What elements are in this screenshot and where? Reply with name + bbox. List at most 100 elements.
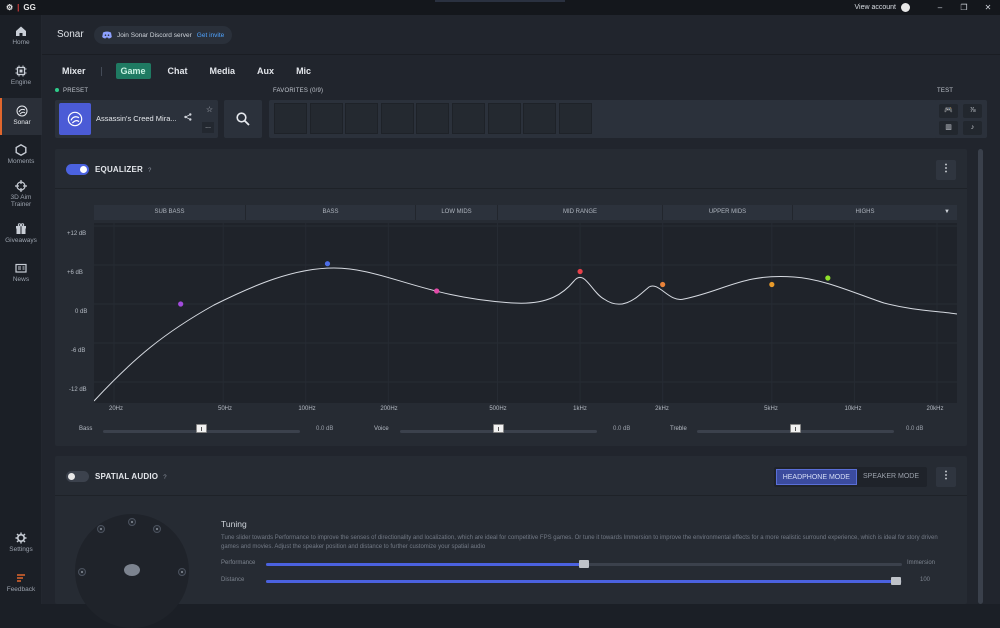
test-stop-button[interactable]: ▥	[939, 121, 958, 135]
favorite-slot[interactable]	[558, 103, 592, 134]
sidebar-item-home[interactable]: Home	[0, 25, 42, 53]
minimize-button[interactable]: –	[928, 3, 952, 12]
tab-mic[interactable]: Mic	[291, 63, 316, 79]
x-label: 2kHz	[655, 406, 669, 412]
x-label: 200Hz	[380, 406, 398, 412]
spatial-audio-toggle[interactable]	[66, 471, 89, 482]
favorite-slot[interactable]	[380, 103, 414, 134]
sidebar-item-aim-trainer[interactable]: 3D Aim Trainer	[0, 180, 42, 216]
preset-label-text: PRESET	[63, 88, 89, 94]
favorite-slot[interactable]	[487, 103, 521, 134]
eq-band-point-7[interactable]	[825, 275, 831, 281]
preset-more-button[interactable]: ...	[202, 122, 214, 133]
eq-band-point-3[interactable]	[434, 288, 440, 294]
preset-search-button[interactable]	[224, 100, 262, 138]
maximize-button[interactable]: ❐	[952, 3, 976, 12]
eq-band-point-6[interactable]	[769, 281, 775, 288]
logo-text: GG	[23, 3, 36, 12]
equalizer-toggle[interactable]	[66, 164, 89, 175]
spatial-help-icon[interactable]: ?	[163, 475, 167, 481]
band-sub-bass[interactable]: SUB BASS	[94, 205, 246, 220]
sidebar-item-settings[interactable]: Settings	[0, 532, 42, 560]
equalizer-panel: EQUALIZER? ⋮ SUB BASS BASS LOW MIDS MID …	[55, 149, 967, 446]
band-dropdown-chevron-icon[interactable]: ▼	[937, 205, 957, 220]
sidebar-item-news[interactable]: News	[0, 262, 42, 290]
distance-slider-thumb[interactable]	[890, 577, 901, 585]
news-icon	[15, 263, 27, 273]
speaker-side-right-icon[interactable]	[178, 568, 186, 576]
sidebar-item-engine[interactable]: Engine	[0, 65, 42, 93]
treble-value: 0.0 dB	[906, 426, 924, 432]
close-button[interactable]: ✕	[976, 3, 1000, 12]
favorite-slot[interactable]	[452, 103, 485, 134]
sidebar-item-label: Home	[12, 39, 30, 46]
favorite-slot[interactable]	[345, 103, 379, 134]
favorite-slot[interactable]	[274, 103, 307, 134]
get-invite-link[interactable]: Get invite	[197, 32, 224, 39]
sidebar-item-feedback[interactable]: Feedback	[0, 572, 42, 600]
band-bass[interactable]: BASS	[246, 205, 416, 220]
main-content: Sonar Join Sonar Discord server Get invi…	[42, 15, 1000, 628]
main-scrollbar[interactable]	[978, 149, 983, 604]
discord-invite-banner[interactable]: Join Sonar Discord server Get invite	[94, 26, 233, 44]
favorites-label: FAVORITES (0/9)	[273, 88, 324, 94]
sidebar-item-label: Moments	[7, 158, 35, 165]
toggle-knob	[68, 473, 75, 480]
test-music-button[interactable]: ♪	[963, 121, 982, 135]
sidebar-item-sonar[interactable]: Sonar	[0, 98, 42, 135]
band-bar: SUB BASS BASS LOW MIDS MID RANGE UPPER M…	[94, 205, 957, 220]
tab-game[interactable]: Game	[115, 63, 151, 79]
favorite-slot[interactable]	[309, 103, 343, 134]
eq-graph[interactable]	[93, 223, 958, 403]
sidebar-item-label: Giveaways	[5, 237, 37, 244]
eq-band-point-5[interactable]	[660, 281, 666, 288]
distance-label: Distance	[221, 577, 245, 583]
preset-selector[interactable]: Assassin's Creed Mira... ☆ ...	[55, 100, 218, 138]
headphone-mode-button[interactable]: HEADPHONE MODE	[775, 469, 857, 485]
test-label: TEST	[937, 88, 954, 94]
x-label: 500Hz	[489, 406, 507, 412]
favorite-slot[interactable]	[416, 103, 450, 134]
treble-slider-thumb[interactable]	[790, 424, 801, 433]
speaker-front-right-icon[interactable]	[153, 525, 161, 533]
band-highs[interactable]: HIGHS	[793, 205, 937, 220]
tab-divider	[100, 66, 102, 76]
sidebar-item-giveaways[interactable]: Giveaways	[0, 223, 42, 251]
tab-chat[interactable]: Chat	[163, 63, 193, 79]
steelseries-icon: ⚙	[6, 3, 14, 12]
sidebar-item-label: Settings	[9, 546, 33, 553]
eq-band-point-2[interactable]	[324, 261, 331, 267]
x-label: 20kHz	[926, 406, 944, 412]
gift-icon	[16, 223, 26, 234]
speaker-front-center-icon[interactable]	[128, 518, 136, 526]
favorite-star-icon[interactable]: ☆	[206, 105, 213, 114]
x-label: 20Hz	[108, 406, 124, 412]
test-game-button[interactable]: 🎮	[939, 104, 958, 118]
eq-band-point-4[interactable]	[577, 268, 583, 275]
speaker-mode-button[interactable]: SPEAKER MODE	[857, 469, 925, 485]
bass-slider-thumb[interactable]	[196, 424, 207, 433]
y-label: -6 dB	[71, 348, 86, 354]
equalizer-menu-button[interactable]: ⋮	[936, 160, 956, 180]
performance-slider-thumb[interactable]	[579, 560, 589, 568]
band-low-mids[interactable]: LOW MIDS	[416, 205, 498, 220]
equalizer-help-icon[interactable]: ?	[148, 168, 152, 174]
band-mid-range[interactable]: MID RANGE	[498, 205, 663, 220]
share-icon[interactable]	[184, 113, 192, 121]
scrollbar-thumb[interactable]	[978, 149, 983, 604]
test-spatial-button[interactable]: ⅞	[963, 104, 982, 118]
view-account-button[interactable]: View account	[854, 3, 910, 12]
distance-slider-track[interactable]	[266, 580, 902, 583]
bass-label: Bass	[79, 426, 93, 432]
tab-media[interactable]: Media	[205, 63, 241, 79]
tab-aux[interactable]: Aux	[252, 63, 279, 79]
sidebar-item-moments[interactable]: Moments	[0, 144, 42, 172]
speaker-front-left-icon[interactable]	[97, 525, 105, 533]
favorite-slot[interactable]	[523, 103, 557, 134]
tab-mixer[interactable]: Mixer	[57, 63, 91, 79]
spatial-audio-menu-button[interactable]: ⋮	[936, 467, 956, 487]
speaker-side-left-icon[interactable]	[78, 568, 86, 576]
band-upper-mids[interactable]: UPPER MIDS	[663, 205, 793, 220]
voice-slider-thumb[interactable]	[493, 424, 504, 433]
eq-band-point-1[interactable]	[178, 301, 184, 307]
